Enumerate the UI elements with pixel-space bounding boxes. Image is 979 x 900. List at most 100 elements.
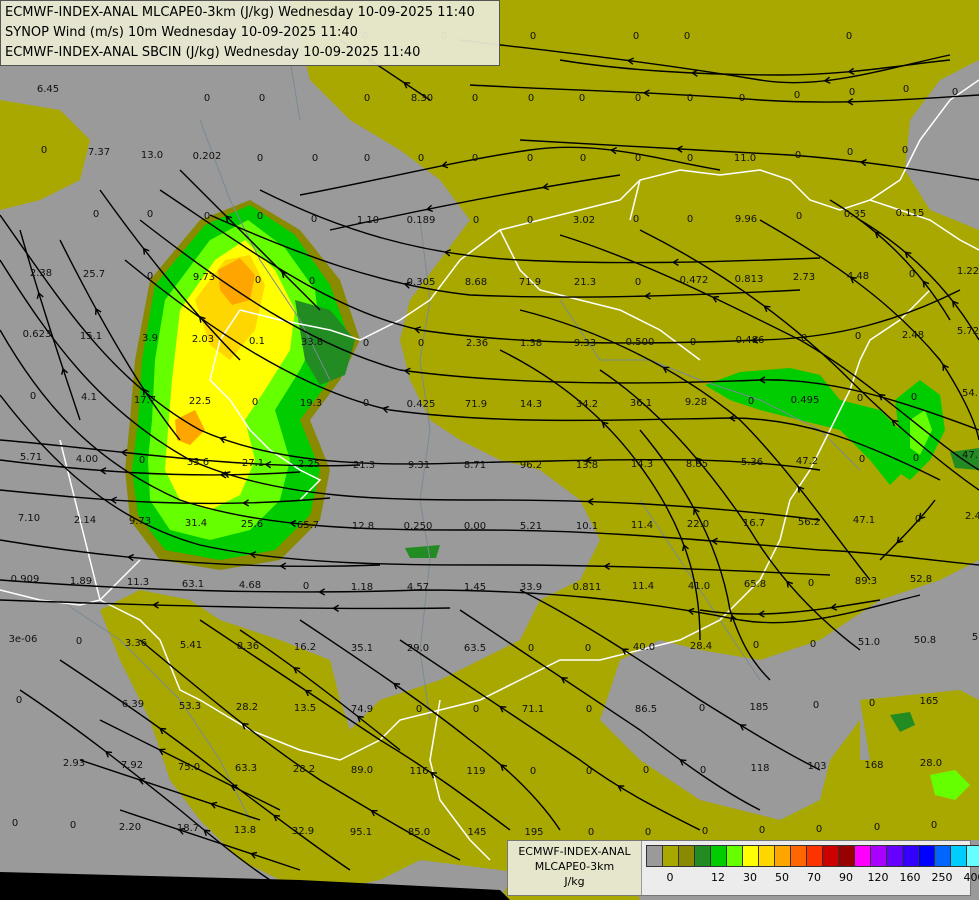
sbcin-value-label: 65.8 bbox=[744, 579, 766, 590]
sbcin-value-label: 0 bbox=[147, 271, 153, 282]
sbcin-value-label: 0.500 bbox=[626, 337, 655, 348]
sbcin-value-label: 0 bbox=[687, 214, 693, 225]
sbcin-value-label: 0 bbox=[857, 393, 863, 404]
sbcin-value-label: 0 bbox=[528, 93, 534, 104]
sbcin-value-label: 36.1 bbox=[630, 398, 652, 409]
sbcin-value-label: 28.0 bbox=[920, 758, 942, 769]
sbcin-value-label: 116 bbox=[409, 766, 428, 777]
sbcin-value-label: 29.0 bbox=[407, 643, 429, 654]
sbcin-value-label: 4.00 bbox=[76, 454, 98, 465]
legend-swatch bbox=[966, 845, 979, 867]
sbcin-value-label: 22.0 bbox=[687, 519, 709, 530]
sbcin-value-label: 0 bbox=[139, 455, 145, 466]
sbcin-value-label: 16.2 bbox=[294, 642, 316, 653]
sbcin-value-label: 0 bbox=[869, 698, 875, 709]
sbcin-value-label: 0 bbox=[753, 640, 759, 651]
sbcin-value-label: 25.7 bbox=[83, 269, 105, 280]
sbcin-value-label: 0 bbox=[16, 695, 22, 706]
sbcin-value-label: 0 bbox=[530, 766, 536, 777]
sbcin-value-label: 0 bbox=[309, 276, 315, 287]
sbcin-value-label: 0.305 bbox=[407, 277, 436, 288]
sbcin-value-label: 0 bbox=[303, 581, 309, 592]
weather-map[interactable]: 0 0 0 0 0 0 0 6.45 0 0 0 8.30 0 0 0 0 0 0 0 0 0 0 0 7.37 13.0 0.2… bbox=[0, 0, 979, 900]
sbcin-value-label: 63.5 bbox=[464, 643, 486, 654]
sbcin-value-label: 0 bbox=[364, 93, 370, 104]
sbcin-value-label: 21.3 bbox=[574, 277, 596, 288]
sbcin-value-label: 0 bbox=[528, 643, 534, 654]
sbcin-value-label: 119 bbox=[466, 766, 485, 777]
sbcin-value-label: 5.21 bbox=[520, 521, 542, 532]
sbcin-value-label: 0 bbox=[635, 277, 641, 288]
sbcin-value-label: 7.10 bbox=[18, 513, 40, 524]
sbcin-value-label: 0 bbox=[473, 704, 479, 715]
sbcin-value-label: 63.3 bbox=[235, 763, 257, 774]
sbcin-value-label: 28.2 bbox=[293, 764, 315, 775]
sbcin-value-label: 74.9 bbox=[351, 704, 373, 715]
legend-title: ECMWF-INDEX-ANAL MLCAPE0-3km J/kg bbox=[508, 841, 642, 895]
sbcin-value-label: 10.1 bbox=[576, 521, 598, 532]
sbcin-value-label: 71.1 bbox=[522, 704, 544, 715]
legend-swatch bbox=[694, 845, 711, 867]
legend-tick-label: 400 bbox=[963, 871, 979, 884]
map-canvas[interactable]: 0 0 0 0 0 0 0 6.45 0 0 0 8.30 0 0 0 0 0 0 0 0 0 0 0 7.37 13.0 0.2… bbox=[0, 0, 979, 900]
sbcin-value-label: 168 bbox=[864, 760, 883, 771]
sbcin-value-label: 3.9 bbox=[142, 333, 158, 344]
sbcin-value-label: 2.73 bbox=[793, 272, 815, 283]
sbcin-value-label: 0 bbox=[633, 31, 639, 42]
sbcin-value-label: 28.2 bbox=[236, 702, 258, 713]
sbcin-value-label: 8.85 bbox=[686, 459, 708, 470]
sbcin-value-label: 0 bbox=[700, 765, 706, 776]
sbcin-value-label: 0 bbox=[690, 337, 696, 348]
sbcin-value-label: 5.41 bbox=[180, 640, 202, 651]
sbcin-value-label: 2.93 bbox=[63, 758, 85, 769]
legend-swatches bbox=[646, 845, 979, 867]
legend-swatch bbox=[710, 845, 727, 867]
legend-swatch bbox=[742, 845, 759, 867]
sbcin-value-label: 50.8 bbox=[914, 635, 936, 646]
sbcin-value-label: 9.96 bbox=[735, 214, 757, 225]
sbcin-value-label: 85.0 bbox=[408, 827, 430, 838]
sbcin-value-label: 5 bbox=[972, 632, 978, 643]
sbcin-value-label: 0 bbox=[699, 703, 705, 714]
sbcin-value-label: 1.18 bbox=[351, 582, 373, 593]
sbcin-value-label: 32.9 bbox=[292, 826, 314, 837]
sbcin-value-label: 195 bbox=[524, 827, 543, 838]
sbcin-value-label: 0 bbox=[813, 700, 819, 711]
sbcin-value-label: 0.1 bbox=[249, 336, 265, 347]
sbcin-value-label: 14.3 bbox=[631, 459, 653, 470]
sbcin-value-label: 31.4 bbox=[185, 518, 207, 529]
sbcin-value-label: 11.3 bbox=[127, 577, 149, 588]
sbcin-value-label: 34.2 bbox=[576, 399, 598, 410]
sbcin-value-label: 11.4 bbox=[632, 581, 654, 592]
sbcin-value-label: 5.36 bbox=[741, 457, 763, 468]
sbcin-value-label: 0 bbox=[252, 397, 258, 408]
sbcin-value-label: 0 bbox=[808, 578, 814, 589]
sbcin-value-label: 2.36 bbox=[466, 338, 488, 349]
sbcin-value-label: 0 bbox=[259, 93, 265, 104]
legend-swatch bbox=[774, 845, 791, 867]
sbcin-value-label: 0 bbox=[527, 215, 533, 226]
sbcin-value-label: 0 bbox=[816, 824, 822, 835]
sbcin-value-label: 0 bbox=[909, 269, 915, 280]
legend-swatch bbox=[918, 845, 935, 867]
sbcin-value-label: 0 bbox=[687, 153, 693, 164]
sbcin-value-label: 0 bbox=[902, 145, 908, 156]
sbcin-value-label: 4.1 bbox=[81, 392, 97, 403]
sbcin-value-label: 89.3 bbox=[855, 576, 877, 587]
sbcin-value-label: 0 bbox=[527, 153, 533, 164]
sbcin-value-label: 22.5 bbox=[189, 396, 211, 407]
sbcin-value-label: 0 bbox=[796, 211, 802, 222]
legend-swatch bbox=[870, 845, 887, 867]
legend-swatch bbox=[934, 845, 951, 867]
sbcin-value-label: 165 bbox=[919, 696, 938, 707]
legend-tick-label: 250 bbox=[931, 871, 953, 884]
sbcin-value-label: 4.48 bbox=[847, 271, 869, 282]
sbcin-value-label: 0.00 bbox=[464, 521, 486, 532]
sbcin-value-label: 0 bbox=[12, 818, 18, 829]
sbcin-value-label: 0 bbox=[472, 153, 478, 164]
sbcin-value-label: 0.486 bbox=[736, 335, 765, 346]
sbcin-value-label: 0 bbox=[473, 215, 479, 226]
legend-tick-label: 70 bbox=[807, 871, 821, 884]
sbcin-value-label: 0 bbox=[585, 643, 591, 654]
sbcin-value-label: 0 bbox=[911, 392, 917, 403]
